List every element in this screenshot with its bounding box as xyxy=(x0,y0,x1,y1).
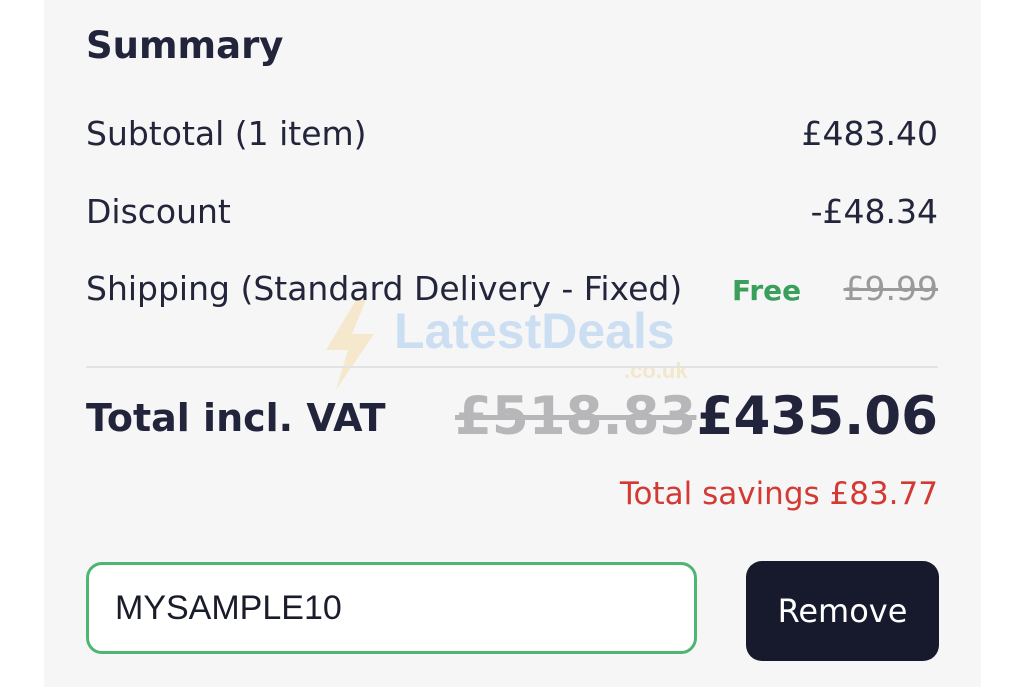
remove-coupon-button[interactable]: Remove xyxy=(746,561,939,661)
shipping-row: Shipping (Standard Delivery - Fixed) Fre… xyxy=(86,265,938,313)
discount-row: Discount -£48.34 xyxy=(86,188,938,236)
total-original-price: £518.83 xyxy=(455,386,697,447)
summary-title: Summary xyxy=(86,24,284,67)
coupon-code-input[interactable] xyxy=(86,562,697,654)
total-price: £435.06 xyxy=(696,386,938,447)
discount-label: Discount xyxy=(86,192,231,231)
total-savings: Total savings £83.77 xyxy=(619,476,938,512)
subtotal-row: Subtotal (1 item) £483.40 xyxy=(86,110,938,158)
shipping-original-price: £9.99 xyxy=(843,269,938,308)
shipping-free-badge: Free xyxy=(732,274,802,307)
total-label: Total incl. VAT xyxy=(86,396,386,440)
discount-value: -£48.34 xyxy=(810,192,938,231)
subtotal-label: Subtotal (1 item) xyxy=(86,114,367,153)
shipping-label: Shipping (Standard Delivery - Fixed) xyxy=(86,269,683,308)
subtotal-value: £483.40 xyxy=(801,114,938,153)
divider xyxy=(86,366,938,368)
